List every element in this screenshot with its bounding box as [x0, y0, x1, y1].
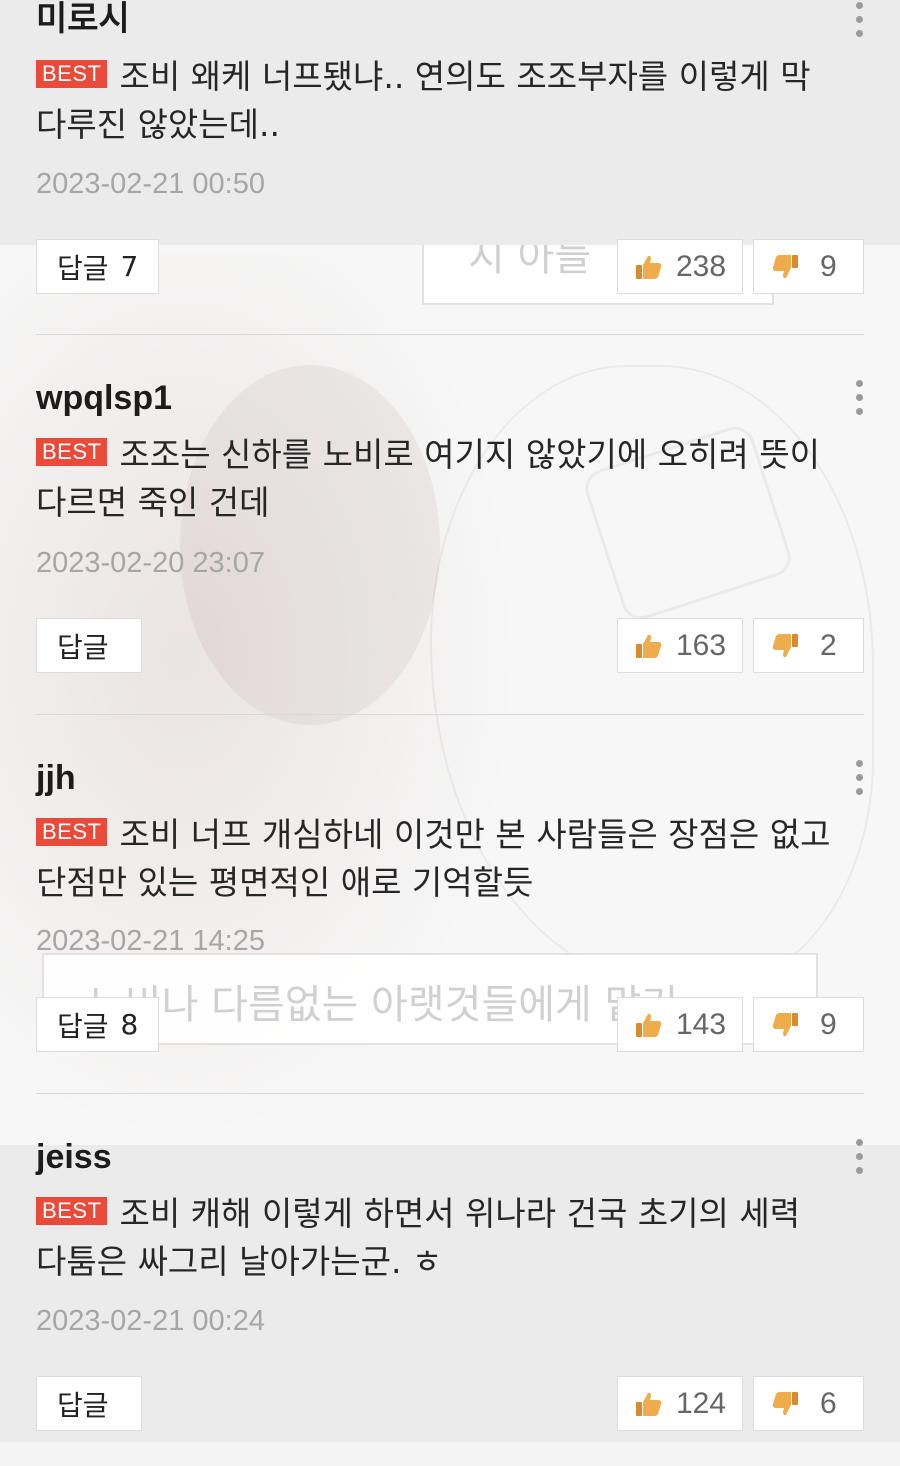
comment-timestamp: 2023-02-21 14:25: [36, 925, 265, 957]
comment-body: BEST 조비 캐해 이렇게 하면서 위나라 건국 초기의 세력 다툼은 싸그리 …: [36, 1190, 836, 1286]
best-badge: BEST: [36, 1196, 108, 1225]
comment-author[interactable]: jjh: [36, 758, 76, 798]
dislike-count: 6: [820, 1386, 837, 1420]
comment-body: BEST 조조는 신하를 노비로 여기지 않았기에 오히려 뜻이 다르면 죽인 건…: [36, 431, 836, 527]
comment-divider: [36, 334, 864, 335]
dislike-button[interactable]: 2: [753, 618, 864, 673]
dislike-button[interactable]: 6: [753, 1376, 864, 1431]
like-button[interactable]: 143: [617, 997, 743, 1052]
reply-label: 답글: [57, 1388, 109, 1422]
thumbs-down-icon: [772, 633, 798, 657]
thumbs-up-icon: [636, 1013, 662, 1037]
comment-text: 조비 캐해 이렇게 하면서 위나라 건국 초기의 세력 다툼은 싸그리 날아가는…: [36, 1194, 801, 1281]
comment-text: 조조는 신하를 노비로 여기지 않았기에 오히려 뜻이 다르면 죽인 건데: [36, 435, 820, 522]
dislike-button[interactable]: 9: [753, 239, 864, 294]
more-vertical-icon[interactable]: [854, 1139, 864, 1179]
reply-label: 답글: [57, 251, 109, 285]
comment-author[interactable]: 미로시: [36, 0, 130, 39]
comment-divider: [36, 714, 864, 715]
thumbs-up-icon: [636, 255, 662, 279]
comment-text: 조비 너프 개심하네 이것만 본 사람들은 장점은 없고 단점만 있는 평면적인…: [36, 815, 831, 902]
reply-button[interactable]: 답글: [36, 618, 142, 673]
comment-text: 조비 왜케 너프됐냐.. 연의도 조조부자를 이렇게 막다루진 않았는데..: [36, 57, 811, 144]
comment-body: BEST 조비 너프 개심하네 이것만 본 사람들은 장점은 없고 단점만 있는 …: [36, 811, 836, 907]
thumbs-up-icon: [636, 1392, 662, 1416]
reply-label: 답글: [57, 1009, 109, 1043]
dislike-count: 9: [820, 249, 837, 283]
thumbs-down-icon: [772, 1012, 798, 1036]
comment-timestamp: 2023-02-20 23:07: [36, 547, 265, 579]
comment-body: BEST 조비 왜케 너프됐냐.. 연의도 조조부자를 이렇게 막다루진 않았는데…: [36, 53, 836, 149]
reply-button[interactable]: 답글 8: [36, 997, 160, 1052]
reply-label: 답글: [57, 630, 109, 664]
dislike-count: 2: [820, 628, 837, 662]
comment-author[interactable]: wpqlsp1: [36, 378, 172, 418]
thumbs-up-icon: [636, 634, 662, 658]
like-button[interactable]: 163: [617, 618, 743, 673]
comment-author[interactable]: jeiss: [36, 1137, 112, 1177]
like-count: 238: [676, 249, 727, 283]
like-count: 143: [676, 1007, 727, 1041]
more-vertical-icon[interactable]: [854, 2, 864, 42]
thumbs-down-icon: [772, 254, 798, 278]
thumbs-down-icon: [772, 1391, 798, 1415]
more-vertical-icon[interactable]: [854, 760, 864, 800]
like-count: 163: [676, 628, 727, 662]
comment-divider: [36, 1093, 864, 1094]
like-button[interactable]: 238: [617, 239, 743, 294]
like-count: 124: [676, 1386, 727, 1420]
best-badge: BEST: [36, 437, 108, 466]
more-vertical-icon[interactable]: [854, 380, 864, 420]
dislike-button[interactable]: 9: [753, 997, 864, 1052]
reply-button[interactable]: 답글: [36, 1376, 142, 1431]
dislike-count: 9: [820, 1007, 837, 1041]
like-button[interactable]: 124: [617, 1376, 743, 1431]
best-badge: BEST: [36, 59, 108, 88]
bottom-edge: [0, 1442, 900, 1466]
reply-button[interactable]: 답글 7: [36, 239, 160, 294]
reply-count: 8: [120, 1008, 139, 1041]
best-badge: BEST: [36, 817, 108, 846]
comment-timestamp: 2023-02-21 00:50: [36, 168, 265, 200]
comment-timestamp: 2023-02-21 00:24: [36, 1305, 265, 1337]
reply-count: 7: [120, 250, 139, 283]
